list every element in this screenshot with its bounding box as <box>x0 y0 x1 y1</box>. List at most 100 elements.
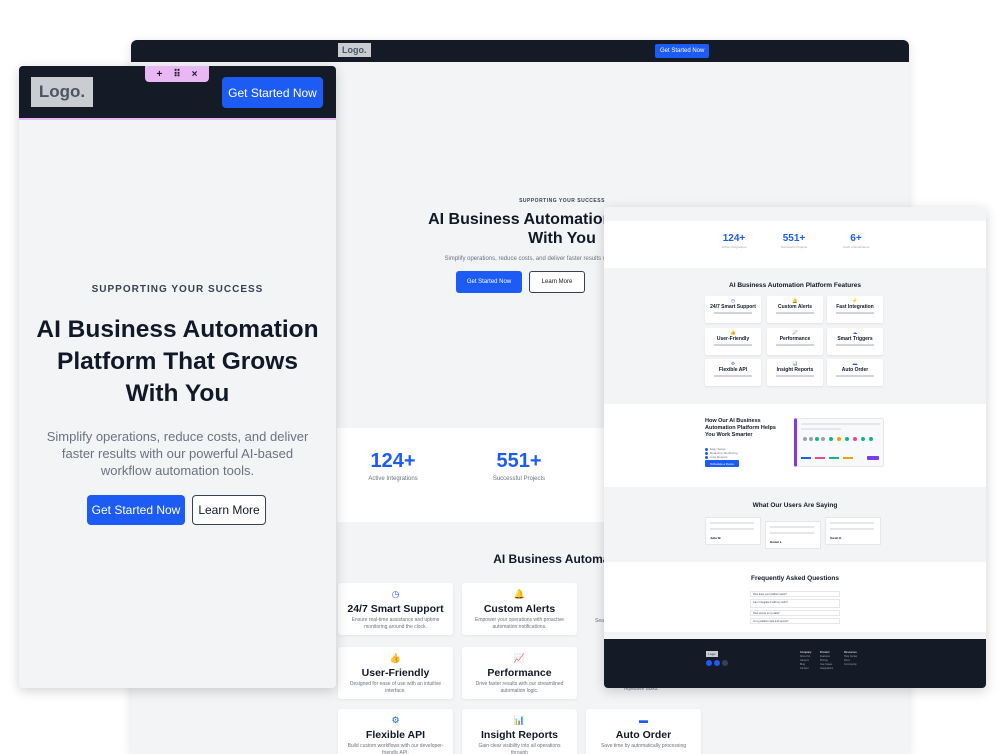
feature-title: 24/7 Smart Support <box>710 304 756 310</box>
testimonials-title: What Our Users Are Saying <box>752 502 838 509</box>
feature-card: ▬ Auto Order <box>827 359 883 386</box>
feature-card: 📈 Performance Drive faster results with … <box>462 647 577 699</box>
chart-icon: 📈 <box>513 653 526 663</box>
get-started-nav-button[interactable]: Get Started Now <box>655 44 710 58</box>
testimonial-card: Julia W. <box>705 517 761 545</box>
learn-more-button[interactable]: Learn More <box>192 495 266 525</box>
supporting-label: SUPPORTING YOUR SUCCESS <box>91 284 264 295</box>
footer-link[interactable]: Integrations <box>820 667 833 671</box>
stat-value: 124+ <box>722 233 746 244</box>
feature-card: ⚙ Flexible API <box>705 359 761 386</box>
feature-card: 👍 User-Friendly Designed for ease of use… <box>338 647 453 699</box>
feature-desc: Ensure real-time assistance and uptime m… <box>351 617 440 630</box>
stat-item: 6+ Years of Experience <box>826 233 886 249</box>
drag-handle-icon[interactable]: ⠿ <box>173 69 180 80</box>
feature-card: 🔔 Custom Alerts Empower your operations … <box>462 583 577 635</box>
feature-title: Auto Order <box>841 367 869 373</box>
footer-link[interactable]: Community <box>844 663 857 667</box>
feature-desc: Designed for ease of use with an intuiti… <box>349 681 442 694</box>
feature-card: ⚙ Flexible API Build custom workflows wi… <box>338 709 453 754</box>
feature-desc <box>714 344 752 346</box>
desktop-preview-right: 124+ Active Integrations 551+ Successful… <box>604 207 986 688</box>
testimonial-name: Daniel L. <box>770 540 783 544</box>
stat-label: Active Integrations <box>721 245 747 249</box>
feature-desc <box>714 375 752 377</box>
feature-card: 🔔 Custom Alerts <box>767 296 823 323</box>
testimonial-card: Sarah K. <box>825 517 881 545</box>
footer-column: Company About Us Careers Blog Contact <box>800 651 811 671</box>
thumbs-up-icon: 👍 <box>389 653 402 663</box>
partial-desc: Sea <box>595 618 604 624</box>
faq-item-expanded[interactable]: Can I integrate it with my tools? <box>750 599 840 608</box>
feature-card: ☁ Smart Triggers <box>827 328 883 355</box>
navbar: Logo. Get Started Now <box>131 40 909 62</box>
how-title: How Our AI Business Automation Platform … <box>705 418 776 438</box>
stat-item: 551+ Successful Projects <box>764 233 824 249</box>
feature-title: User-Friendly <box>361 667 430 679</box>
bell-icon: 🔔 <box>513 589 526 599</box>
footer-logo[interactable]: Logo. <box>706 651 719 657</box>
logo[interactable]: Logo. <box>31 77 93 107</box>
stats-section: 124+ Active Integrations 551+ Successful… <box>604 221 986 268</box>
top-strip <box>604 207 986 221</box>
feature-card: 👍 User-Friendly <box>705 328 761 355</box>
feature-desc: Gain clear visibility into all operation… <box>478 743 561 754</box>
stat-value: 551+ <box>496 450 542 472</box>
feature-card: ◷ 24/7 Smart Support <box>705 296 761 323</box>
stat-label: Successful Projects <box>780 245 808 249</box>
feature-title: Flexible API <box>365 729 426 741</box>
feature-title: Flexible API <box>718 367 748 373</box>
stat-item: 551+ Successful Projects <box>469 450 569 482</box>
schedule-demo-button[interactable]: Schedule a Demo <box>705 460 739 467</box>
faq-title: Frequently Asked Questions <box>751 575 839 582</box>
stat-label: Years of Experience <box>842 245 870 249</box>
feature-title: 24/7 Smart Support <box>347 603 444 615</box>
dashboard-illustration <box>801 423 880 460</box>
feature-title: Insight Reports <box>480 729 558 741</box>
feature-desc: Empower your operations with proactive a… <box>475 617 564 630</box>
get-started-button[interactable]: Get Started Now <box>87 495 185 525</box>
feature-desc <box>836 344 874 346</box>
stat-item: 124+ Active Integrations <box>704 233 764 249</box>
features-title: AI Business Automation Platform Features <box>729 282 861 289</box>
stat-label: Successful Projects <box>492 476 546 482</box>
feature-desc <box>714 312 752 314</box>
get-started-button[interactable]: Get Started Now <box>456 271 522 293</box>
testimonial-name: Julia W. <box>710 536 722 540</box>
feature-desc <box>776 375 814 377</box>
feature-title: Performance <box>779 336 811 342</box>
logo[interactable]: Logo. <box>338 43 371 57</box>
gear-icon: ⚙ <box>391 715 400 725</box>
faq-item[interactable]: How secure is my data? <box>750 610 840 616</box>
feature-card: ◷ 24/7 Smart Support Ensure real-time as… <box>338 583 453 635</box>
feature-card: ▬ Auto Order Save time by automatically … <box>586 709 701 754</box>
footer-link[interactable]: Contact <box>800 667 811 671</box>
feature-title: Performance <box>487 667 552 679</box>
linkedin-icon[interactable] <box>714 660 720 666</box>
stat-item: 124+ Active Integrations <box>343 450 443 482</box>
feature-title: Insight Reports <box>776 367 814 373</box>
facebook-icon[interactable] <box>706 660 712 666</box>
faq-item[interactable]: How does your platform work? <box>750 591 840 597</box>
feature-desc: Build custom workflows with our develope… <box>347 743 444 754</box>
learn-more-button[interactable]: Learn More <box>529 271 585 293</box>
feature-title: Custom Alerts <box>483 603 556 615</box>
x-icon[interactable] <box>722 660 728 666</box>
report-icon: 📊 <box>513 715 526 725</box>
how-item: Auto Reports <box>705 455 728 459</box>
get-started-nav-button[interactable]: Get Started Now <box>222 77 323 108</box>
feature-desc: Drive faster results with our streamline… <box>475 681 564 694</box>
hero-title: AI Business Automation Platform That Gro… <box>36 316 319 407</box>
feature-title: Custom Alerts <box>778 304 812 310</box>
hero-subtitle: Simplify operations, reduce costs, and d… <box>46 429 309 478</box>
element-toolbar: + ⠿ × <box>145 66 209 82</box>
feature-title: Fast Integration <box>836 304 874 310</box>
stat-label: Active Integrations <box>368 476 418 482</box>
testimonial-card: Daniel L. <box>765 521 821 549</box>
close-icon[interactable]: × <box>192 69 198 80</box>
add-icon[interactable]: + <box>156 69 162 80</box>
feature-desc <box>836 375 874 377</box>
footer-column: Product Features Pricing Use Cases Integ… <box>820 651 833 671</box>
supporting-label: SUPPORTING YOUR SUCCESS <box>519 198 605 204</box>
faq-item[interactable]: Is my platform safe and secure? <box>750 618 840 624</box>
